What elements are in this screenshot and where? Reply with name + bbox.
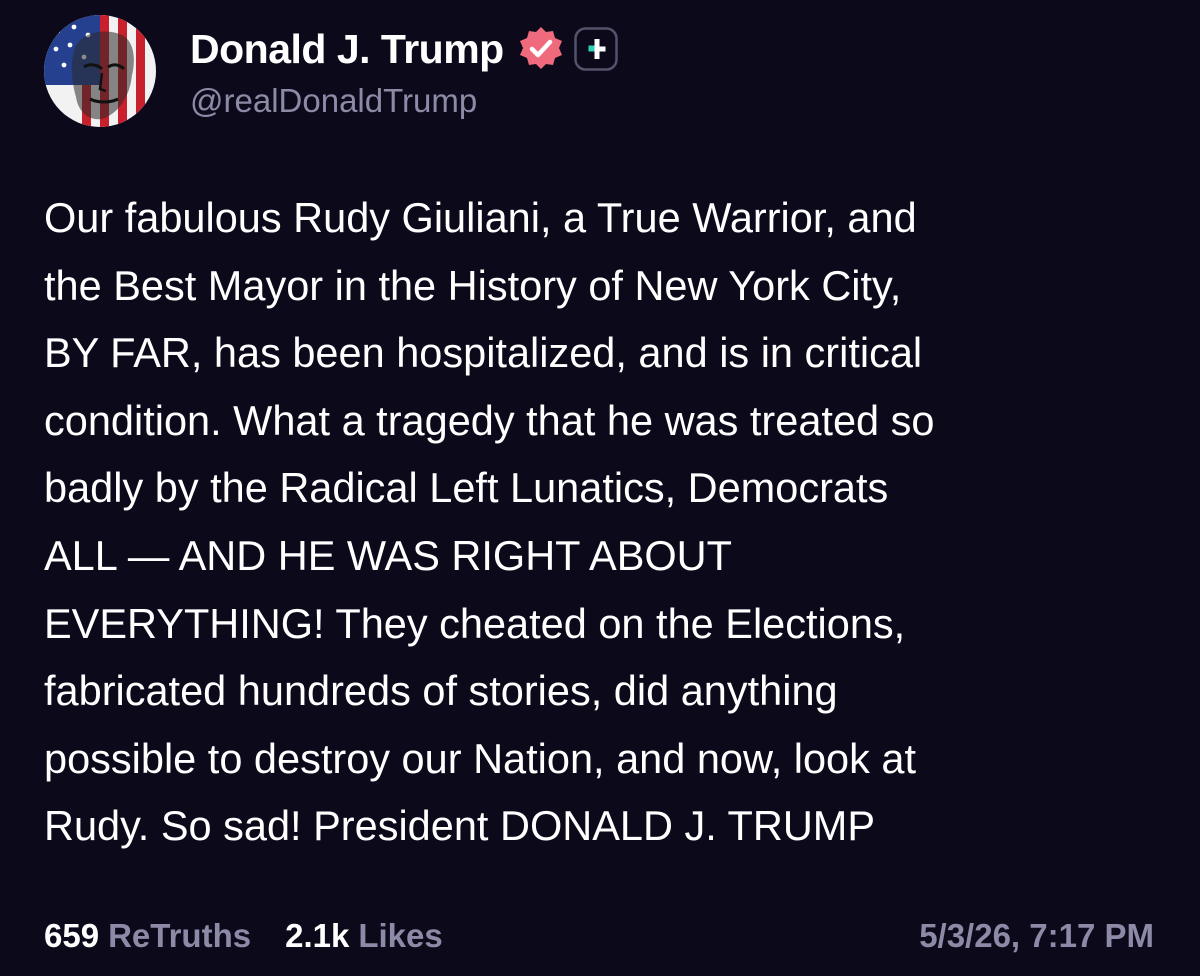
post-line: ALL — AND HE WAS RIGHT ABOUT (44, 531, 732, 579)
post-line: condition. What a tragedy that he was tr… (44, 396, 935, 444)
plus-icon[interactable] (573, 27, 618, 71)
likes-count: 2.1k (285, 917, 350, 954)
author-name-row: Donald J. Trump (190, 24, 618, 74)
likes-stat[interactable]: 2.1k Likes (285, 917, 443, 955)
post-body: Our fabulous Rudy Giuliani, a True Warri… (44, 184, 1164, 860)
post-timestamp[interactable]: 5/3/26, 7:17 PM (919, 917, 1154, 955)
post-footer: 659 ReTruths 2.1k Likes 5/3/26, 7:17 PM (44, 912, 1154, 960)
retruths-count: 659 (44, 917, 100, 954)
avatar[interactable] (44, 15, 156, 127)
likes-label: Likes (358, 917, 443, 954)
author-display-name[interactable]: Donald J. Trump (190, 26, 504, 73)
post-line: EVERYTHING! They cheated on the Election… (44, 599, 906, 647)
post-line: Our fabulous Rudy Giuliani, a True Warri… (44, 194, 917, 241)
verified-badge-icon (519, 27, 562, 69)
post-line: badly by the Radical Left Lunatics, Demo… (44, 464, 889, 512)
post-line: the Best Mayor in the History of New Yor… (44, 261, 902, 309)
avatar-image (44, 15, 156, 127)
post-line: BY FAR, has been hospitalized, and is in… (44, 329, 923, 377)
author-handle[interactable]: @realDonaldTrump (190, 82, 477, 120)
post-line: Rudy. So sad! President DONALD J. TRUMP (44, 802, 876, 850)
post-line: fabricated hundreds of stories, did anyt… (44, 667, 838, 715)
retruths-stat[interactable]: 659 ReTruths (44, 917, 251, 955)
retruths-label: ReTruths (108, 917, 252, 954)
post-line: possible to destroy our Nation, and now,… (44, 734, 917, 782)
